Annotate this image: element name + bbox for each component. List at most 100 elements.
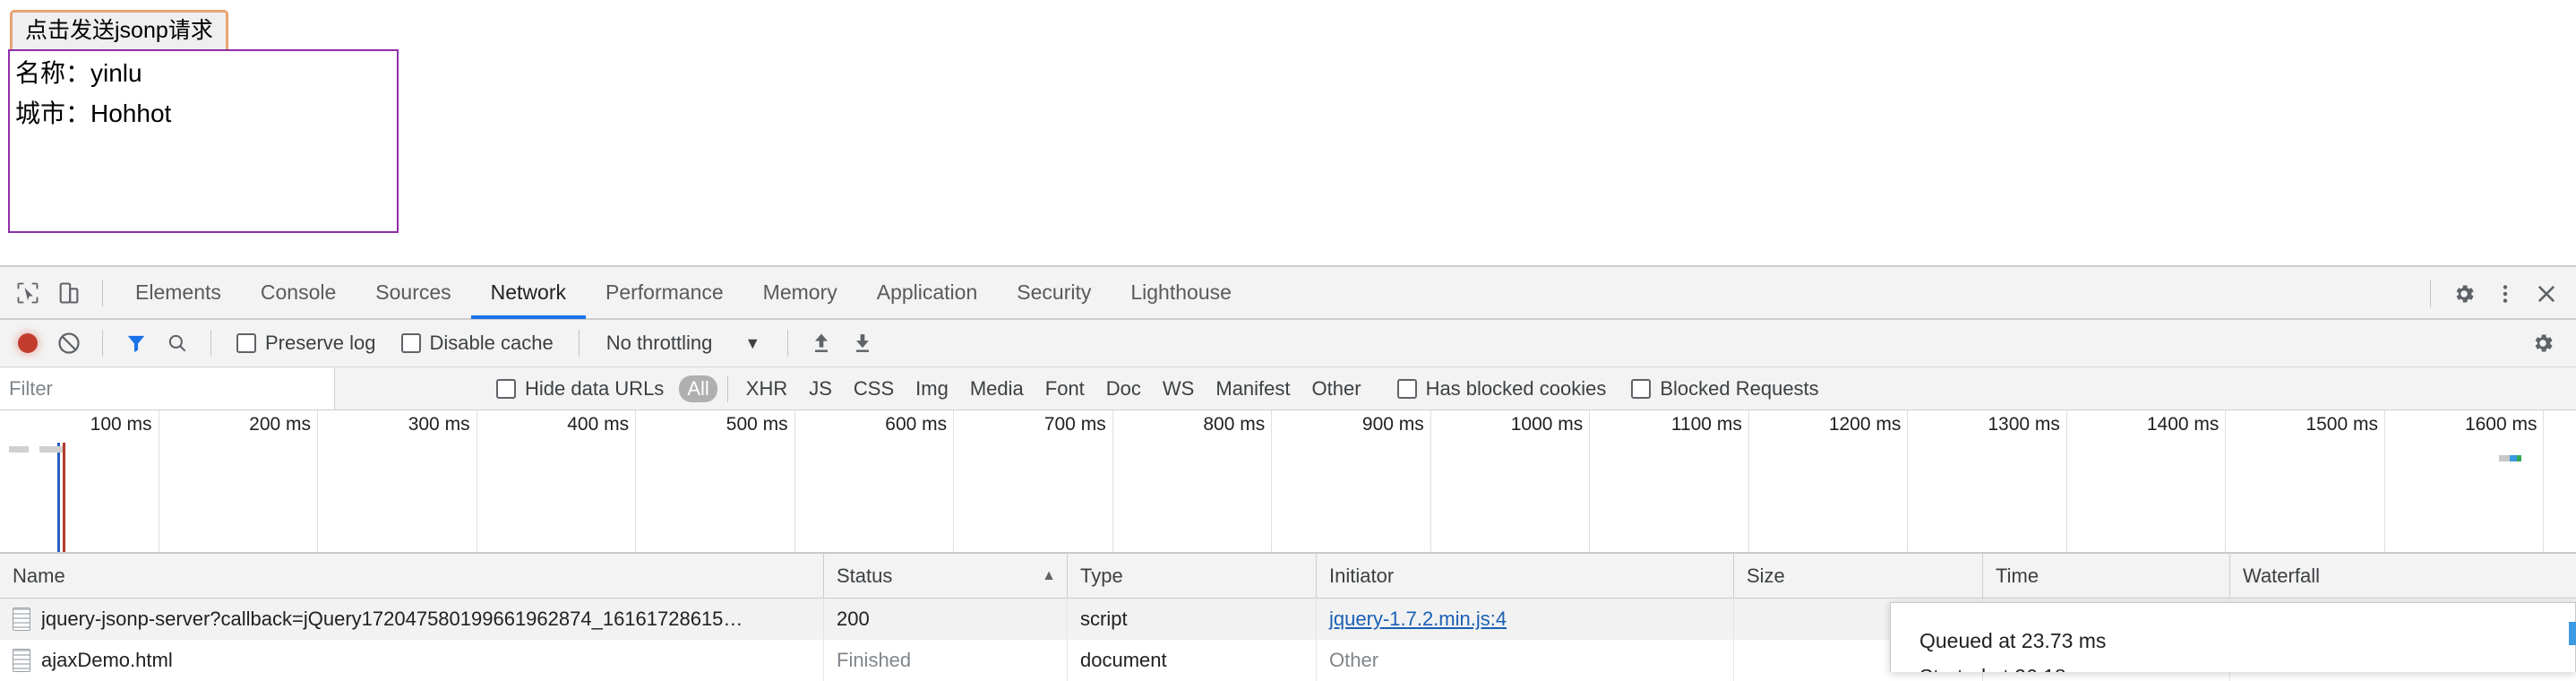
netbar-divider-3	[578, 330, 580, 357]
timeline-tick-label: 1400 ms	[2146, 414, 2220, 435]
devtools-tab-list: Elements Console Sources Network Perform…	[116, 266, 1251, 319]
overview-request-bar-4	[2510, 455, 2517, 461]
funnel-icon[interactable]	[116, 323, 157, 364]
device-toolbar-icon[interactable]	[48, 272, 90, 314]
tab-lighthouse[interactable]: Lighthouse	[1111, 266, 1251, 319]
filter-input[interactable]	[0, 367, 335, 409]
column-label: Status	[837, 564, 893, 587]
filter-type-media[interactable]: Media	[962, 375, 1032, 402]
cell-name[interactable]: ajaxDemo.html	[0, 640, 824, 681]
table-header-row: Name Status ▲ Type Initiator Size Time W…	[0, 553, 2576, 599]
cell-type: script	[1068, 599, 1317, 640]
document-file-icon	[13, 649, 30, 672]
tab-sources[interactable]: Sources	[356, 266, 470, 319]
gear-icon[interactable]	[2522, 323, 2563, 364]
column-header-initiator[interactable]: Initiator	[1317, 553, 1734, 599]
has-blocked-cookies-checkbox[interactable]: Has blocked cookies	[1396, 376, 1607, 401]
disable-cache-label: Disable cache	[429, 332, 554, 354]
load-event-marker	[63, 443, 65, 552]
column-label: Initiator	[1329, 564, 1395, 587]
cell-status: 200	[824, 599, 1068, 640]
timeline-tick-label: 1100 ms	[1670, 414, 1742, 435]
waterfall-request-bar	[2569, 622, 2576, 645]
preserve-log-checkbox[interactable]: Preserve log	[236, 332, 376, 355]
import-up-arrow-icon[interactable]	[801, 323, 842, 364]
tab-application[interactable]: Application	[857, 266, 998, 319]
filter-type-js[interactable]: JS	[801, 375, 840, 402]
column-header-type[interactable]: Type	[1068, 553, 1317, 599]
hide-data-urls-label: Hide data URLs	[525, 376, 665, 400]
resource-type-filters: All XHR JS CSS Img Media Font Doc WS Man…	[676, 375, 1371, 402]
netbar-divider-2	[210, 330, 211, 357]
gear-icon[interactable]	[2443, 273, 2485, 315]
cell-name[interactable]: jquery-jsonp-server?callback=jQuery17204…	[0, 599, 824, 640]
close-icon[interactable]	[2526, 273, 2567, 315]
blocked-requests-label: Blocked Requests	[1660, 376, 1819, 400]
column-header-name[interactable]: Name	[0, 553, 824, 599]
sort-ascending-icon: ▲	[1042, 567, 1056, 583]
filter-type-css[interactable]: CSS	[846, 375, 902, 402]
dom-content-loaded-marker	[57, 443, 60, 552]
timeline-tick-label: 300 ms	[408, 414, 470, 435]
tab-security[interactable]: Security	[997, 266, 1111, 319]
has-blocked-cookies-label: Has blocked cookies	[1425, 376, 1607, 400]
column-header-waterfall[interactable]: Waterfall	[2230, 554, 2576, 599]
column-label: Size	[1747, 564, 1785, 587]
disable-cache-checkbox[interactable]: Disable cache	[400, 332, 554, 355]
cell-status: Finished	[824, 640, 1068, 681]
column-header-size[interactable]: Size	[1734, 553, 1983, 599]
preserve-log-label: Preserve log	[265, 332, 376, 354]
timeline-tick-label: 1200 ms	[1828, 414, 1902, 435]
checkbox-box	[236, 333, 256, 353]
column-label: Type	[1080, 564, 1123, 587]
send-jsonp-request-button[interactable]: 点击发送jsonp请求	[10, 10, 228, 54]
filter-type-ws[interactable]: WS	[1155, 375, 1202, 402]
timeline-tick-label: 1300 ms	[1988, 414, 2060, 435]
overview-request-bar-2	[39, 446, 63, 453]
clear-no-entry-icon[interactable]	[48, 323, 90, 364]
inspect-cursor-icon[interactable]	[7, 272, 48, 314]
column-header-status[interactable]: Status ▲	[824, 553, 1068, 599]
tab-console[interactable]: Console	[241, 266, 356, 319]
column-header-time[interactable]: Time	[1983, 553, 2230, 599]
tab-memory[interactable]: Memory	[743, 266, 857, 319]
timeline-tick-label: 600 ms	[885, 414, 948, 435]
network-overview-timeline[interactable]: 100 ms 200 ms 300 ms 400 ms 500 ms 600 ms 700 …	[0, 410, 2576, 554]
cell-type: document	[1068, 640, 1317, 681]
record-dot-icon	[18, 333, 38, 353]
network-toolbar: Preserve log Disable cache No throttling…	[0, 320, 2576, 367]
throttling-select[interactable]: No throttling ▼	[606, 332, 760, 355]
record-button[interactable]	[7, 323, 48, 364]
web-page-content: 点击发送jsonp请求 名称：yinlu 城市：Hohhot	[0, 0, 2576, 265]
filter-type-other[interactable]: Other	[1304, 375, 1370, 402]
filter-type-img[interactable]: Img	[907, 375, 957, 402]
search-icon[interactable]	[157, 323, 198, 364]
checkbox-box	[496, 378, 516, 399]
result-line-city: 城市：Hohhot	[15, 99, 172, 127]
timeline-tick-label: 400 ms	[567, 414, 630, 435]
tab-network[interactable]: Network	[471, 266, 586, 319]
tab-elements[interactable]: Elements	[116, 266, 241, 319]
cell-initiator: Other	[1317, 640, 1734, 681]
request-name: ajaxDemo.html	[41, 649, 173, 671]
column-label: Name	[13, 564, 65, 587]
filter-type-xhr[interactable]: XHR	[738, 375, 795, 402]
hide-data-urls-checkbox[interactable]: Hide data URLs	[496, 377, 664, 401]
filter-type-all[interactable]: All	[679, 375, 717, 402]
cell-initiator[interactable]: jquery-1.7.2.min.js:4	[1317, 599, 1734, 640]
tab-performance[interactable]: Performance	[586, 266, 743, 319]
blocked-requests-checkbox[interactable]: Blocked Requests	[1631, 376, 1819, 401]
toolbar-divider-right	[2430, 280, 2431, 307]
timeline-tick-label: 800 ms	[1203, 414, 1266, 435]
timeline-tick-label: 500 ms	[726, 414, 788, 435]
filter-type-manifest[interactable]: Manifest	[1207, 375, 1298, 402]
export-down-arrow-icon[interactable]	[842, 323, 883, 364]
overview-request-bar-1	[9, 446, 29, 453]
filter-type-doc[interactable]: Doc	[1098, 375, 1149, 402]
kebab-menu-icon[interactable]	[2485, 273, 2526, 315]
filter-type-font[interactable]: Font	[1037, 375, 1093, 402]
timeline-tick-label: 1000 ms	[1510, 414, 1584, 435]
overview-request-bar-5	[2517, 455, 2521, 461]
checkbox-box	[1631, 378, 1652, 399]
throttling-value: No throttling	[605, 332, 713, 354]
